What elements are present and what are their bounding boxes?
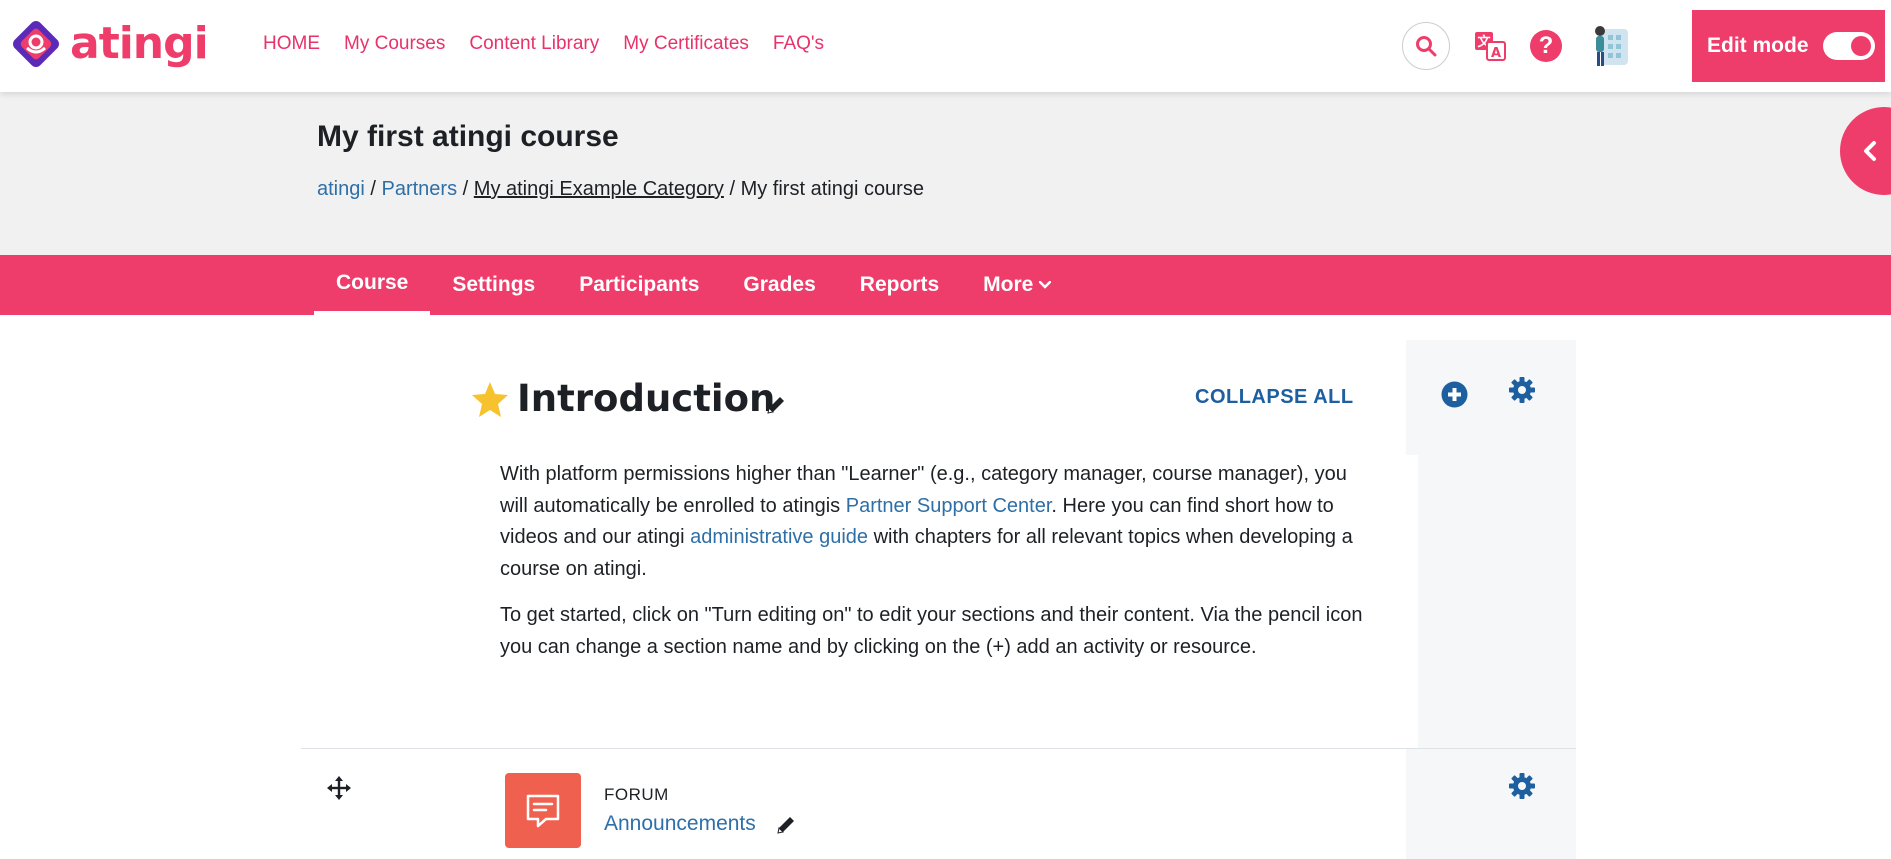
breadcrumb-separator: / [729,178,741,200]
tab-grades[interactable]: Grades [721,255,837,315]
activity-type-label: FORUM [604,785,669,804]
divider [301,748,1576,749]
nav-my-certificates[interactable]: My Certificates [623,33,749,55]
page-header [0,92,1891,255]
avatar[interactable] [1588,23,1632,69]
collapse-all-link[interactable]: COLLAPSE ALL [1195,386,1354,409]
admin-guide-link[interactable]: administrative guide [690,526,868,548]
nav-faqs[interactable]: FAQ's [773,33,824,55]
breadcrumb-current: My first atingi course [740,178,924,200]
nav-my-courses[interactable]: My Courses [344,33,445,55]
logo-mark-icon [13,21,59,67]
forum-icon [505,773,581,848]
star-icon[interactable] [470,380,510,420]
section-actions-column [1406,340,1576,859]
edit-mode-label: Edit mode [1707,34,1809,57]
svg-text:A: A [1491,46,1501,61]
tab-more-label: More [983,273,1034,296]
breadcrumb-separator: / [462,178,474,200]
search-icon [1416,36,1437,57]
chevron-left-icon [1864,141,1876,161]
top-navbar: atingi HOME My Courses Content Library M… [0,0,1891,92]
secondary-nav: Course Settings Participants Grades Repo… [0,255,1891,315]
secondary-nav-items: Course Settings Participants Grades Repo… [314,255,1073,315]
page-title: My first atingi course [317,120,619,153]
add-icon[interactable] [1441,381,1468,408]
summary-paragraph: With platform permissions higher than "L… [500,459,1380,585]
translate-icon[interactable]: 文 A [1474,30,1506,62]
pencil-icon[interactable] [765,394,787,416]
gear-icon[interactable] [1508,376,1536,404]
breadcrumb-item[interactable]: atingi [317,178,365,200]
chevron-down-icon [1039,281,1052,289]
nav-content-library[interactable]: Content Library [469,33,599,55]
help-icon[interactable]: ? [1530,30,1562,62]
edit-mode-toggle[interactable]: Edit mode [1692,10,1885,82]
section-title: Introduction [517,377,776,420]
edit-mode-switch[interactable] [1822,32,1875,60]
breadcrumb-item[interactable]: My atingi Example Category [474,178,724,200]
activity-link[interactable]: Announcements [604,812,756,836]
summary-paragraph: To get started, click on "Turn editing o… [500,604,1363,658]
partner-support-link[interactable]: Partner Support Center [846,495,1052,517]
site-logo[interactable]: atingi [10,18,209,70]
tab-course[interactable]: Course [314,255,431,315]
breadcrumb-item[interactable]: Partners [382,178,458,200]
logo-text: atingi [70,18,209,69]
tab-settings[interactable]: Settings [430,255,557,315]
breadcrumb-separator: / [370,178,382,200]
move-icon[interactable] [327,776,351,800]
toggle-knob [1850,36,1871,56]
chat-bubble-icon [526,794,560,827]
breadcrumb: atingi / Partners / My atingi Example Ca… [317,178,924,201]
tab-reports[interactable]: Reports [838,255,961,315]
navbar-icons: 文 A ? [1402,22,1632,70]
column-gap [1406,455,1418,749]
gear-icon[interactable] [1508,772,1536,800]
primary-nav: HOME My Courses Content Library My Certi… [263,33,824,55]
nav-home[interactable]: HOME [263,33,320,55]
tab-participants[interactable]: Participants [557,255,721,315]
search-button[interactable] [1402,22,1450,70]
section-summary: With platform permissions higher than "L… [500,459,1380,678]
pencil-icon[interactable] [775,814,797,836]
tab-more[interactable]: More [961,255,1073,315]
